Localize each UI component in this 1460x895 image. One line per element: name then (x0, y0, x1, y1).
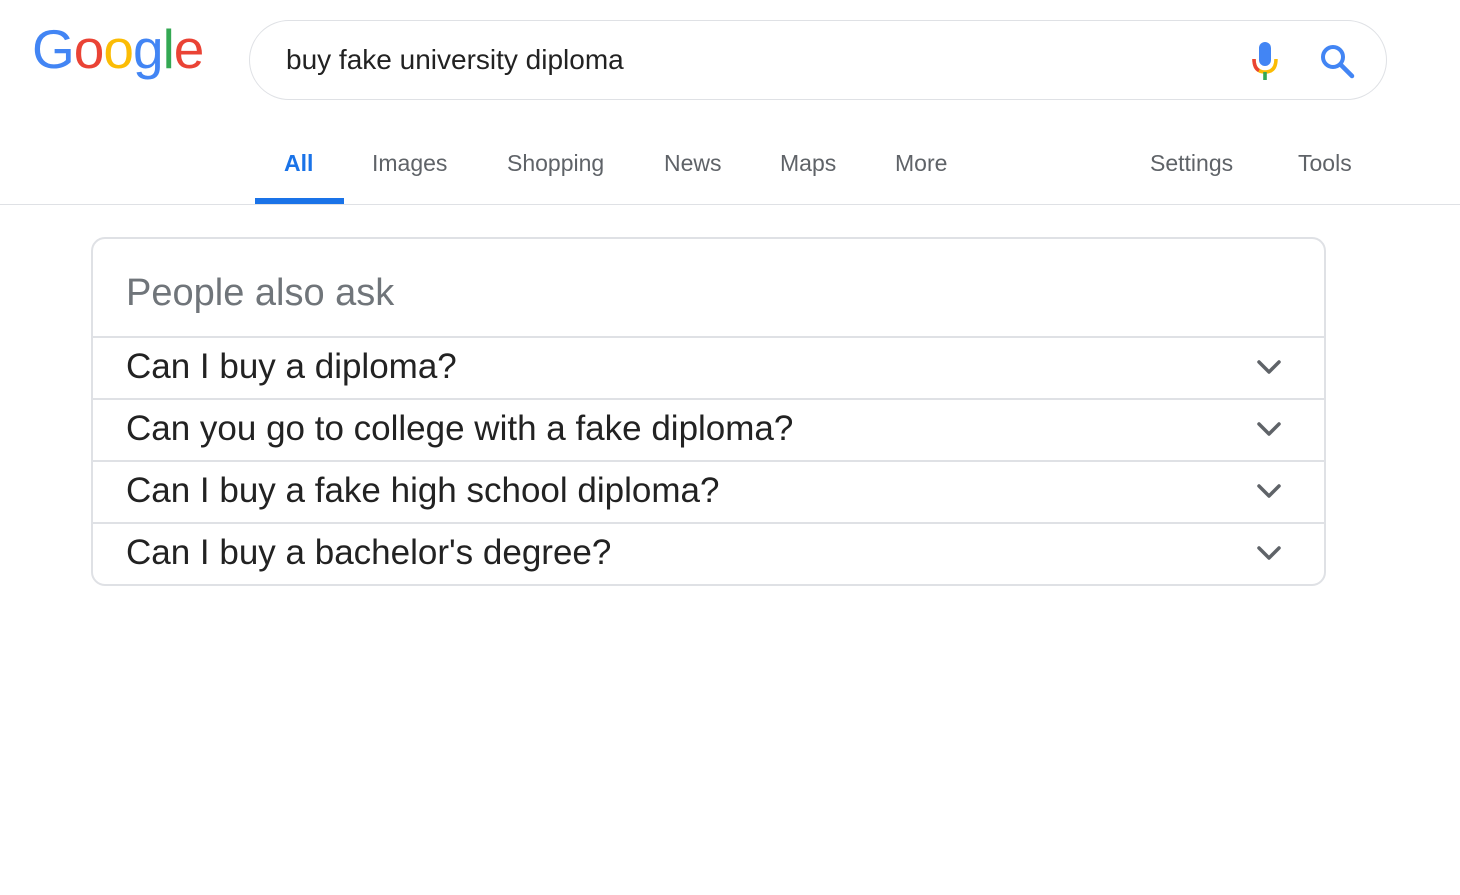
active-tab-indicator (255, 198, 344, 204)
question-item[interactable]: Can you go to college with a fake diplom… (93, 398, 1324, 460)
chevron-down-icon[interactable] (1256, 542, 1282, 564)
tab-news[interactable]: News (664, 146, 722, 180)
tab-images[interactable]: Images (372, 146, 447, 180)
tab-all[interactable]: All (284, 146, 313, 180)
chevron-down-icon[interactable] (1256, 418, 1282, 440)
question-text: Can I buy a bachelor's degree? (126, 533, 612, 572)
search-box (249, 20, 1387, 100)
tab-maps[interactable]: Maps (780, 146, 836, 180)
people-also-ask-title: People also ask (126, 272, 395, 314)
question-text: Can I buy a diploma? (126, 347, 457, 386)
logo-letter: e (173, 18, 205, 80)
people-also-ask-panel: People also ask Can I buy a diploma? Can… (91, 237, 1326, 586)
tab-settings[interactable]: Settings (1150, 146, 1233, 180)
question-text: Can you go to college with a fake diplom… (126, 409, 794, 448)
logo-letter: G (32, 18, 75, 80)
tab-more[interactable]: More (895, 146, 947, 180)
magnifier-icon[interactable] (1319, 43, 1355, 79)
logo-letter: o (103, 18, 134, 80)
tab-tools[interactable]: Tools (1298, 146, 1352, 180)
question-text: Can I buy a fake high school diploma? (126, 471, 720, 510)
question-item[interactable]: Can I buy a bachelor's degree? (93, 522, 1324, 584)
search-results-page: Google All Images Shopping News Maps Mor… (0, 0, 1460, 895)
logo-letter: o (73, 18, 105, 80)
search-input[interactable] (286, 39, 1206, 81)
tab-shopping[interactable]: Shopping (507, 146, 604, 180)
question-item[interactable]: Can I buy a fake high school diploma? (93, 460, 1324, 522)
logo-letter: l (162, 18, 175, 80)
logo-letter: g (132, 18, 164, 80)
question-item[interactable]: Can I buy a diploma? (93, 336, 1324, 398)
google-logo[interactable]: Google (32, 18, 205, 80)
microphone-icon[interactable] (1250, 41, 1280, 81)
chevron-down-icon[interactable] (1256, 356, 1282, 378)
search-tabs: All Images Shopping News Maps More Setti… (0, 120, 1460, 205)
chevron-down-icon[interactable] (1256, 480, 1282, 502)
